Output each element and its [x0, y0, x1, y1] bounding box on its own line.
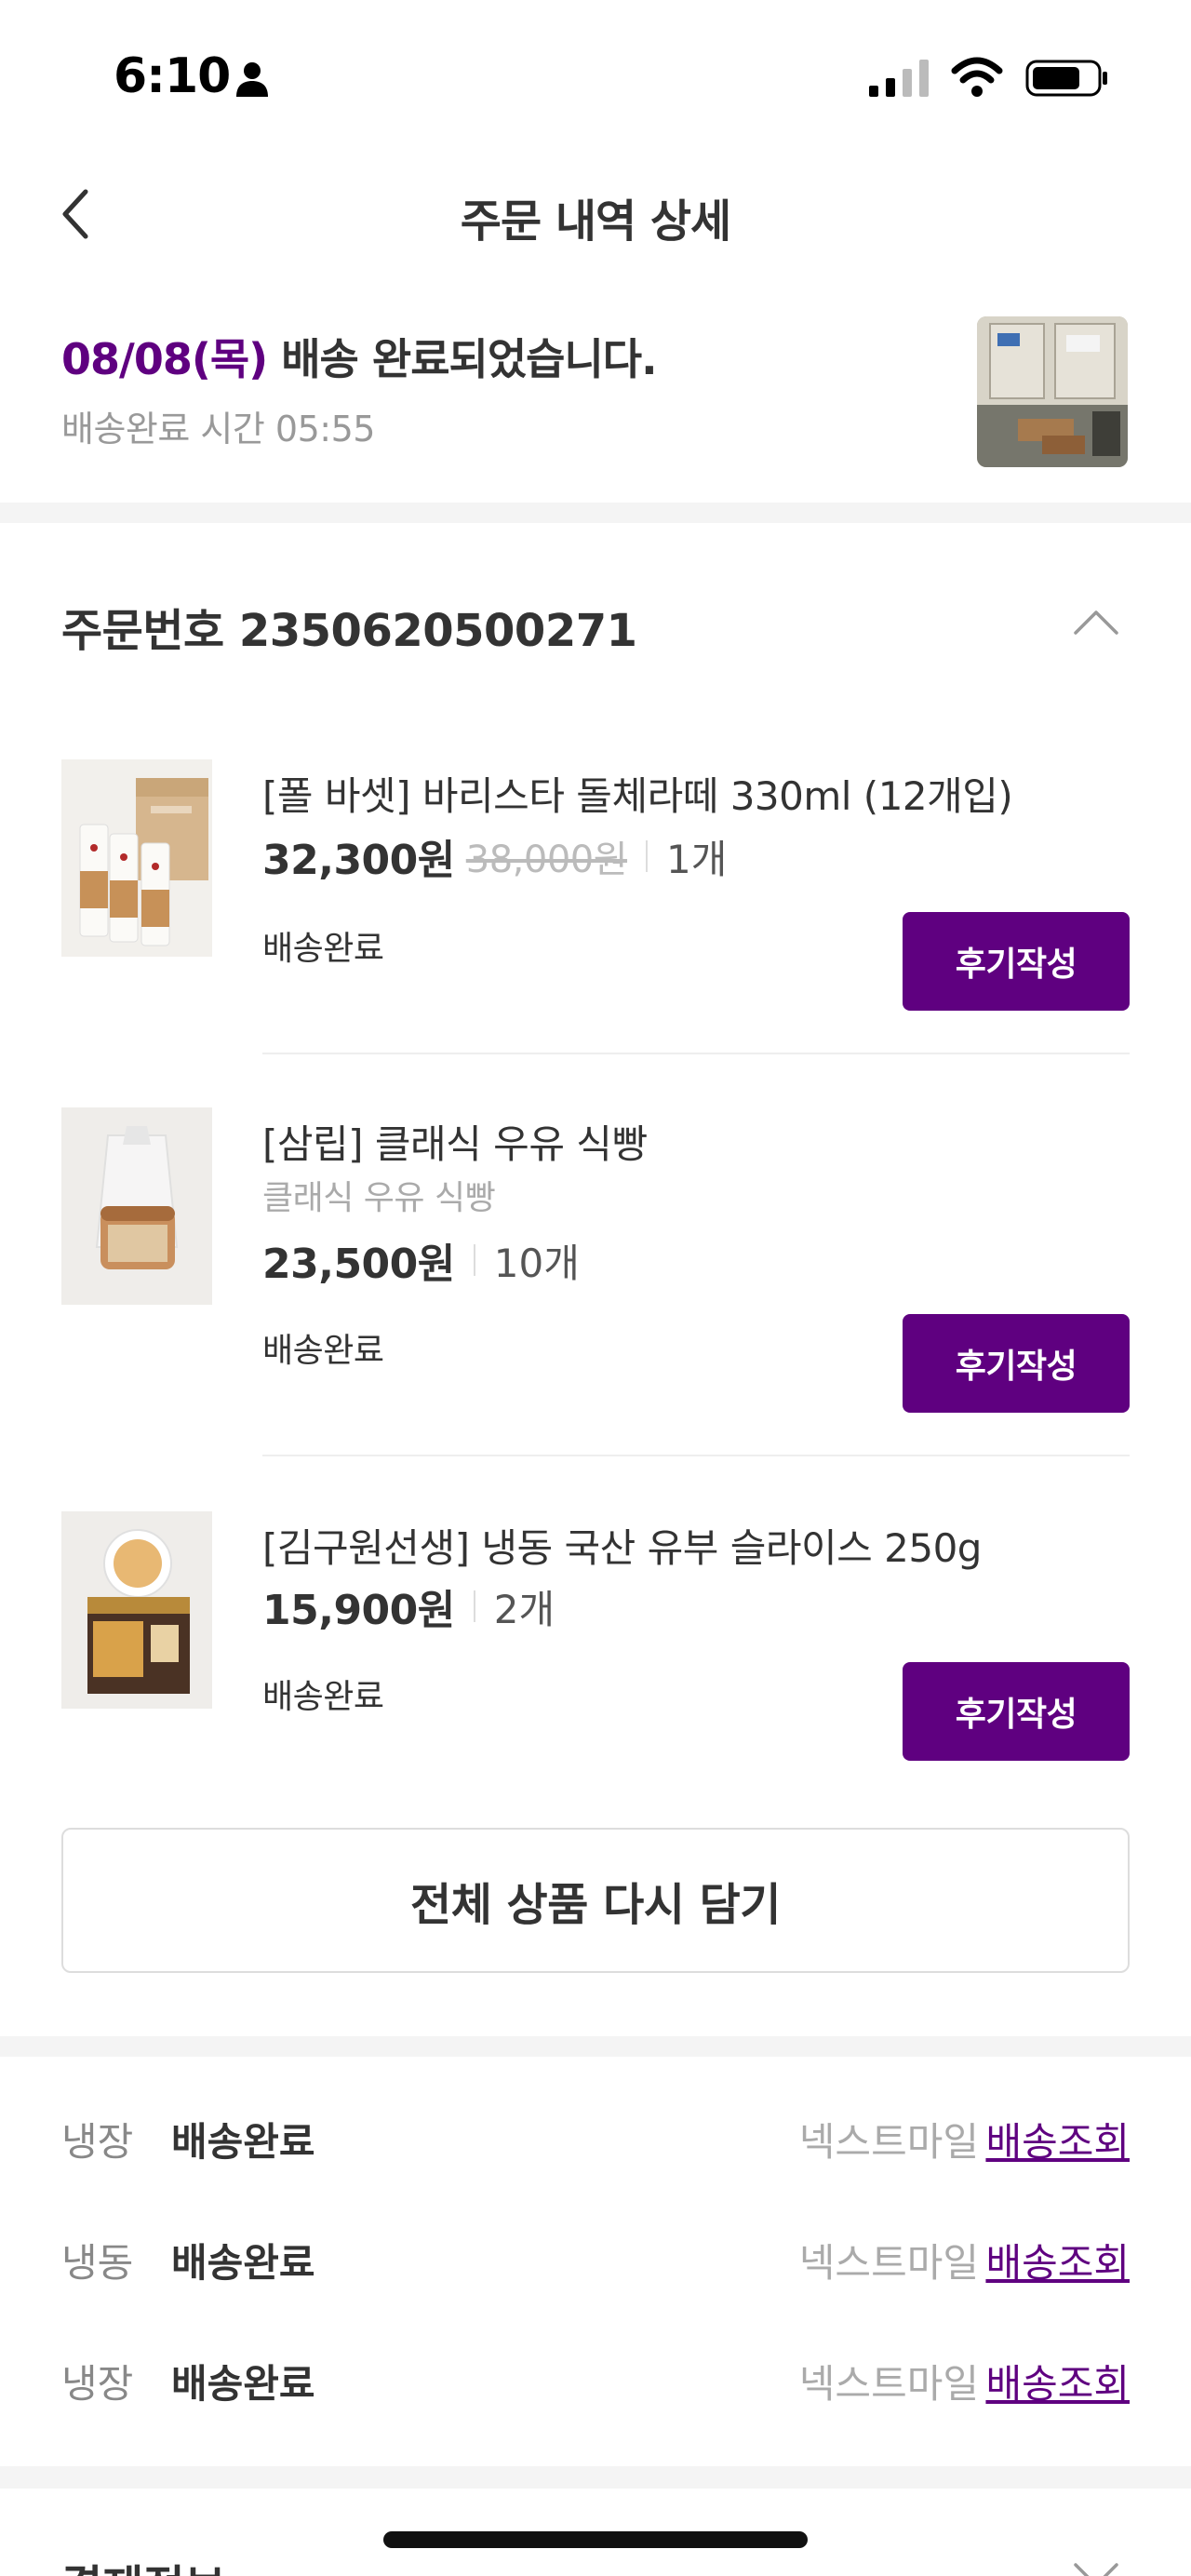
- person-icon: [236, 62, 268, 97]
- delivery-date: 08/08(목): [61, 334, 268, 384]
- write-review-button[interactable]: 후기작성: [903, 1662, 1130, 1761]
- item-divider: [262, 1053, 1130, 1054]
- product-thumbnail[interactable]: [61, 1107, 212, 1305]
- product-option: 클래식 우유 식빵: [262, 1179, 496, 1217]
- price-row: 23,500원 10개: [262, 1230, 580, 1290]
- status-time: 6:10: [114, 48, 231, 104]
- section-divider: [0, 503, 1191, 523]
- product-item: [폴 바셋] 바리스타 돌체라떼 330ml (12개입) 32,300원 38…: [0, 754, 1191, 1033]
- price-divider: [646, 840, 649, 872]
- shipment-status: 배송완료: [171, 2119, 315, 2165]
- section-divider: [0, 2036, 1191, 2057]
- product-name[interactable]: [폴 바셋] 바리스타 돌체라떼 330ml (12개입): [262, 765, 1013, 822]
- home-indicator: [383, 2531, 808, 2548]
- product-quantity: 2개: [493, 1586, 555, 1632]
- track-shipment-link[interactable]: 배송조회: [985, 2353, 1130, 2409]
- product-name[interactable]: [삼립] 클래식 우유 식빵: [262, 1113, 648, 1170]
- section-divider: [0, 2466, 1191, 2489]
- signal-icon: [869, 60, 929, 97]
- delivery-status: 배송완료: [262, 930, 384, 968]
- chevron-up-icon[interactable]: [1070, 603, 1122, 640]
- shipment-row: 냉장 배송완료 넥스트마일 배송조회: [0, 2341, 1191, 2416]
- product-thumbnail[interactable]: [61, 1511, 212, 1709]
- shipment-row: 냉동 배송완료 넥스트마일 배송조회: [0, 2220, 1191, 2295]
- product-quantity: 1개: [666, 836, 728, 882]
- status-bar: 6:10: [0, 0, 1191, 140]
- shipment-type: 냉장: [61, 2361, 134, 2407]
- page-title: 주문 내역 상세: [460, 195, 731, 248]
- track-shipment-link[interactable]: 배송조회: [985, 2232, 1130, 2288]
- price-row: 32,300원 38,000원 1개: [262, 826, 727, 886]
- delivery-photo[interactable]: [977, 316, 1128, 467]
- price-row: 15,900원 2개: [262, 1576, 555, 1636]
- shipment-type: 냉장: [61, 2119, 134, 2165]
- shipment-carrier: 넥스트마일: [798, 2119, 979, 2165]
- product-price: 23,500원: [262, 1241, 455, 1288]
- shipment-status: 배송완료: [171, 2361, 315, 2407]
- product-quantity: 10개: [493, 1240, 580, 1286]
- delivery-banner: 08/08(목) 배송 완료되었습니다. 배송완료 시간 05:55: [0, 307, 1191, 493]
- wifi-icon: [951, 57, 1003, 97]
- order-header[interactable]: 주문번호 2350620500271: [0, 568, 1191, 679]
- product-item: [김구원선생] 냉동 국산 유부 슬라이스 250g 15,900원 2개 배송…: [0, 1506, 1191, 1785]
- track-shipment-link[interactable]: 배송조회: [985, 2111, 1130, 2167]
- delivery-status: 배송완료: [262, 1678, 384, 1716]
- original-price: 38,000원: [465, 839, 628, 881]
- delivery-status: 배송완료: [262, 1332, 384, 1370]
- nav-header: 주문 내역 상세: [0, 158, 1191, 270]
- write-review-button[interactable]: 후기작성: [903, 1314, 1130, 1413]
- chevron-down-icon[interactable]: [1070, 2556, 1122, 2576]
- price-divider: [473, 1244, 475, 1276]
- payment-title: 결제정보: [61, 2550, 226, 2576]
- item-divider: [262, 1455, 1130, 1456]
- delivery-headline: 08/08(목) 배송 완료되었습니다.: [61, 326, 658, 387]
- reorder-all-button[interactable]: 전체 상품 다시 담기: [61, 1828, 1130, 1973]
- product-price: 32,300원: [262, 837, 455, 884]
- shipment-row: 냉장 배송완료 넥스트마일 배송조회: [0, 2100, 1191, 2174]
- shipment-carrier: 넥스트마일: [798, 2361, 979, 2407]
- battery-icon: [1025, 60, 1107, 97]
- delivery-time: 배송완료 시간 05:55: [61, 409, 375, 449]
- shipment-type: 냉동: [61, 2240, 134, 2286]
- product-price: 15,900원: [262, 1587, 455, 1634]
- write-review-button[interactable]: 후기작성: [903, 912, 1130, 1011]
- order-number: 주문번호 2350620500271: [61, 605, 637, 657]
- delivery-message: 배송 완료되었습니다.: [281, 334, 657, 384]
- product-item: [삼립] 클래식 우유 식빵 클래식 우유 식빵 23,500원 10개 배송완…: [0, 1102, 1191, 1418]
- product-thumbnail[interactable]: [61, 759, 212, 957]
- product-name[interactable]: [김구원선생] 냉동 국산 유부 슬라이스 250g: [262, 1517, 982, 1574]
- price-divider: [473, 1590, 475, 1622]
- shipment-carrier: 넥스트마일: [798, 2240, 979, 2286]
- shipment-status: 배송완료: [171, 2240, 315, 2286]
